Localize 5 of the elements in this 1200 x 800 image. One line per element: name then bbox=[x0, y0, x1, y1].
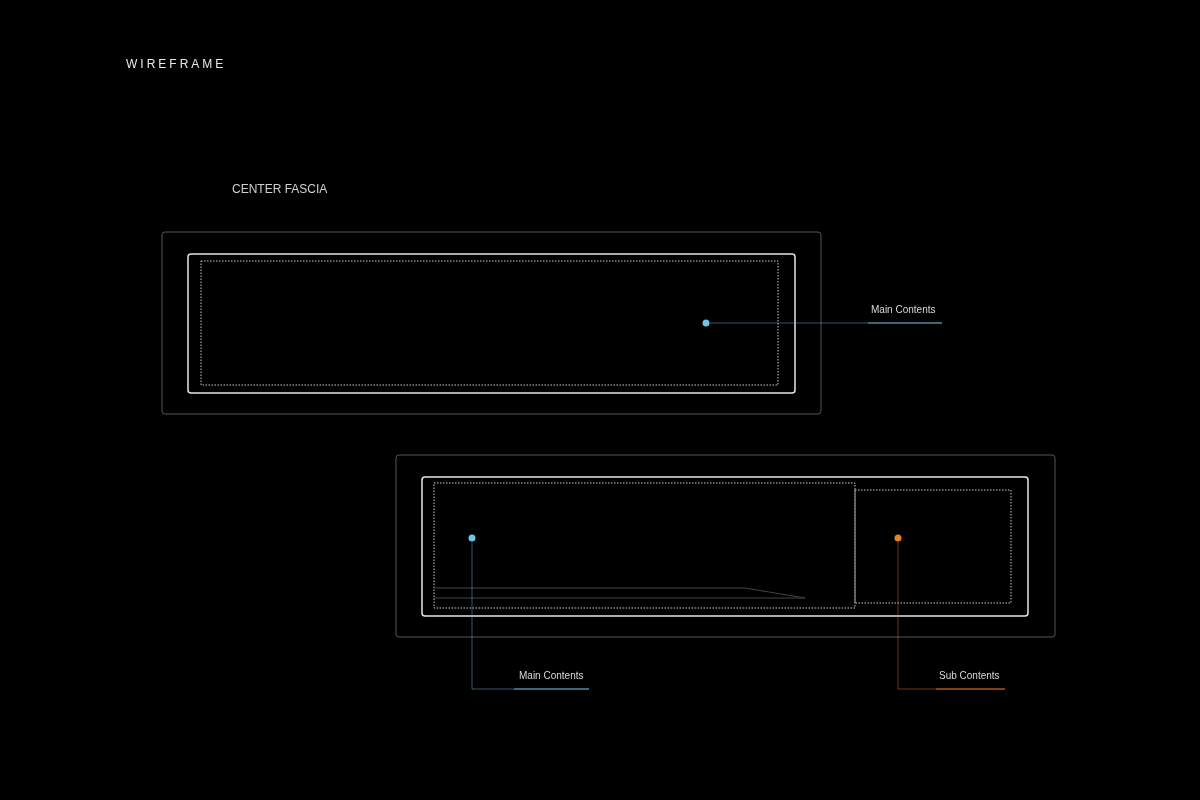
page-title: WIREFRAME bbox=[126, 56, 227, 73]
diagram-title: CENTER FASCIA bbox=[232, 181, 328, 198]
callout-label: Main Contents bbox=[519, 669, 584, 683]
callout-label: Sub Contents bbox=[939, 669, 1000, 683]
callout-label: Main Contents bbox=[871, 303, 936, 317]
